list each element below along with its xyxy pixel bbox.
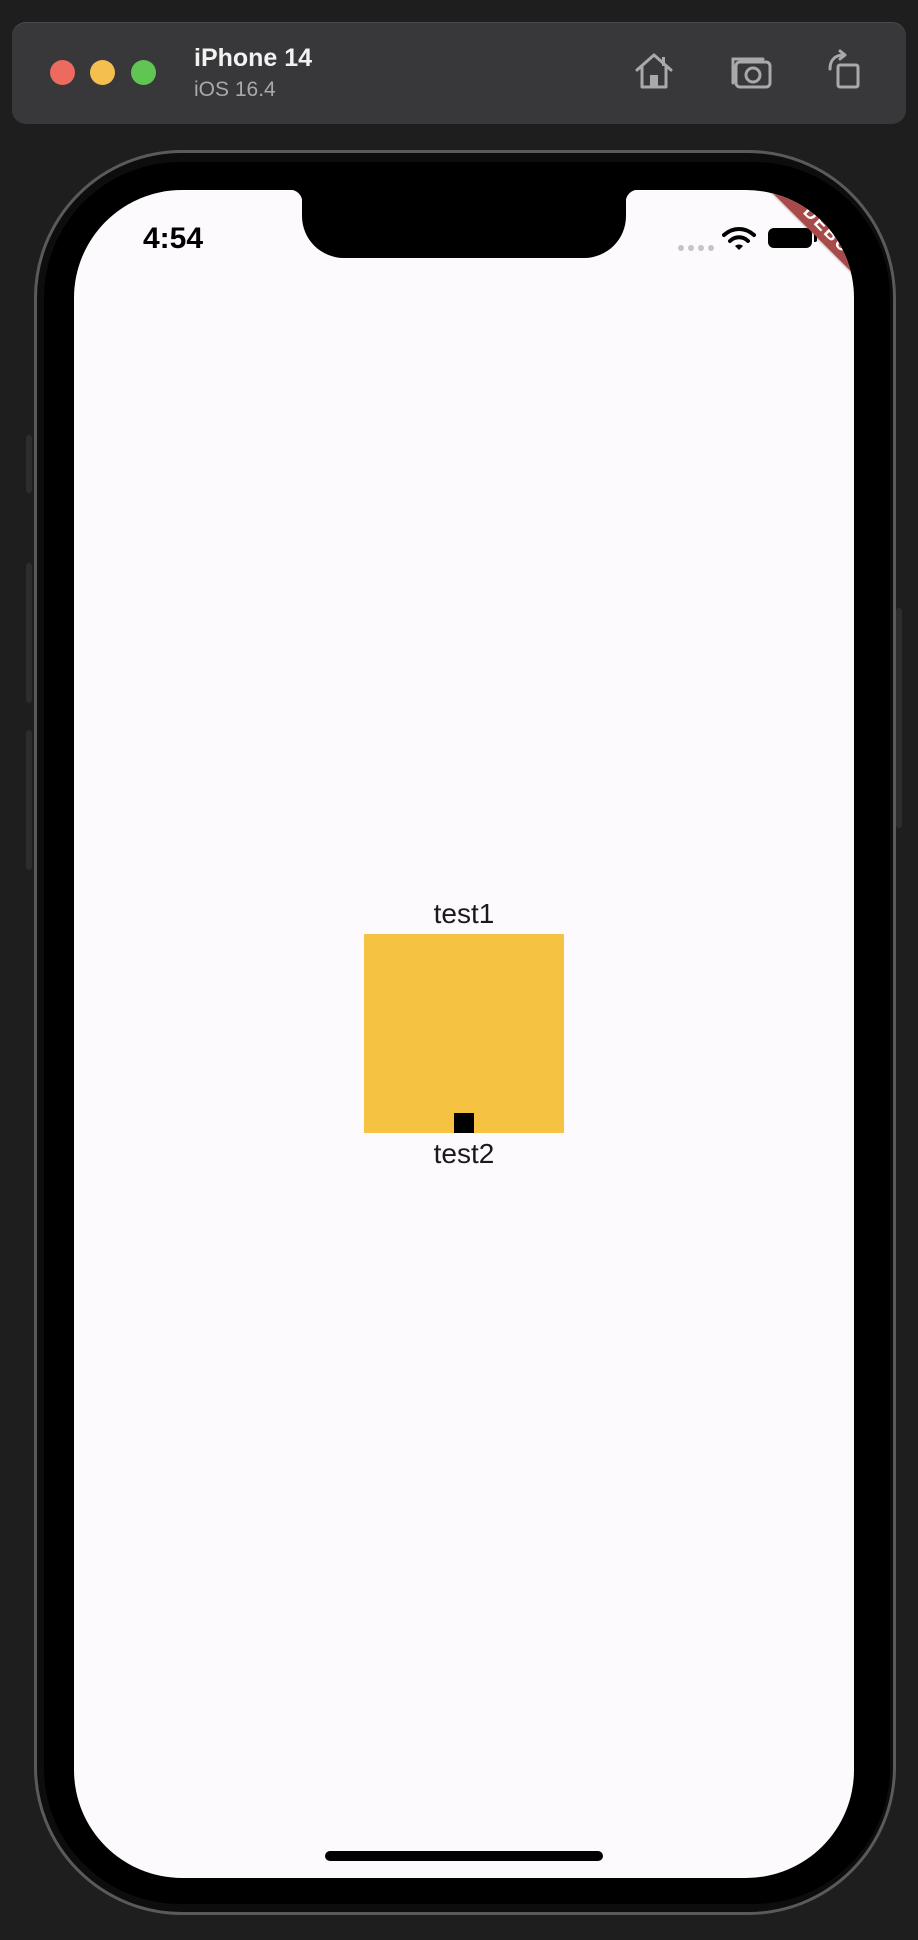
rotate-icon [828,49,860,89]
yellow-box [364,934,564,1133]
minimize-window-button[interactable] [90,60,115,85]
wifi-icon [722,227,756,250]
simulator-toolbar: iPhone 14 iOS 16.4 [12,22,906,124]
status-time: 4:54 [143,222,204,255]
volume-up-button[interactable] [26,563,32,703]
home-button[interactable] [632,49,676,93]
volume-down-button[interactable] [26,730,32,870]
device-name: iPhone 14 [194,44,313,72]
label-test1: test1 [433,898,495,929]
simulator-window: iPhone 14 iOS 16.4 4:54 DEBUG test1 test… [0,0,918,1940]
home-icon [635,53,673,89]
screenshot-icon [731,57,772,89]
battery-icon [768,228,817,248]
notch [290,190,638,258]
signal-icon [678,245,714,251]
rotate-button[interactable] [824,49,868,93]
device-os-version: iOS 16.4 [194,78,276,101]
screenshot-button[interactable] [730,49,774,93]
device-screen[interactable]: 4:54 DEBUG test1 test2 [74,190,854,1878]
side-power-button[interactable] [896,608,902,828]
close-window-button[interactable] [50,60,75,85]
mute-switch[interactable] [26,435,32,493]
label-test2: test2 [433,1138,495,1169]
black-square-marker [454,1113,474,1133]
zoom-window-button[interactable] [131,60,156,85]
home-indicator[interactable] [325,1851,603,1861]
